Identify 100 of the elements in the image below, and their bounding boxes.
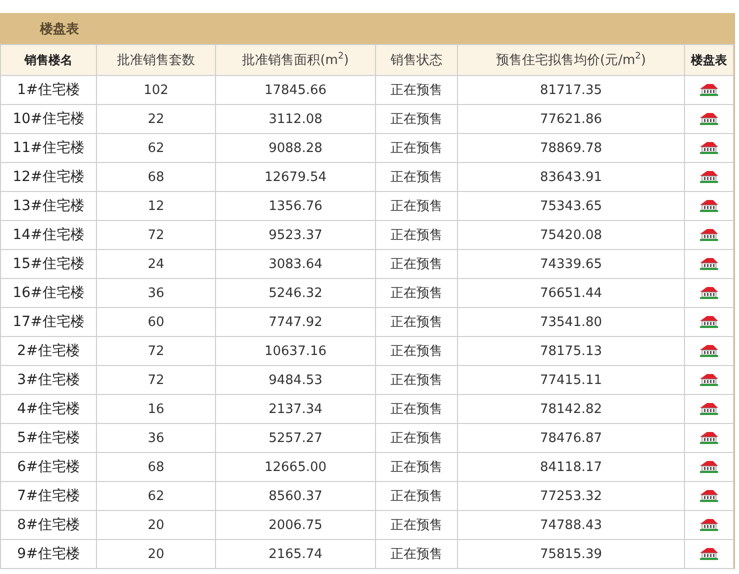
status-cell: 正在预售 [376, 394, 458, 424]
table-cell: 2137.34 [216, 394, 376, 424]
table-cell: 2006.75 [216, 510, 376, 540]
building-name: 2#住宅楼 [0, 336, 96, 366]
status-cell: 正在预售 [376, 134, 458, 162]
building-name: 15#住宅楼 [0, 250, 96, 278]
table-cell: 68 [96, 162, 216, 192]
table-cell: 75343.65 [458, 192, 684, 220]
table-cell: 20 [96, 510, 216, 540]
table-cell: 76651.44 [458, 278, 684, 308]
house-icon[interactable] [699, 141, 719, 154]
house-icon[interactable] [699, 83, 719, 96]
house-icon[interactable] [699, 170, 719, 184]
table-cell: 16 [96, 394, 216, 424]
status-cell: 正在预售 [376, 424, 458, 452]
building-name: 4#住宅楼 [0, 394, 96, 424]
table-cell: 78142.82 [458, 394, 684, 424]
table-cell: 77621.86 [458, 104, 684, 134]
house-icon[interactable] [699, 460, 719, 474]
house-icon[interactable] [699, 518, 719, 532]
table-cell: 5246.32 [216, 278, 376, 308]
table-cell: 12665.00 [216, 452, 376, 482]
table-cell: 36 [96, 424, 216, 452]
table-cell: 3083.64 [216, 250, 376, 278]
building-name: 3#住宅楼 [0, 366, 96, 394]
status-cell: 正在预售 [376, 308, 458, 336]
house-icon[interactable] [699, 373, 719, 386]
house-icon[interactable] [699, 547, 719, 560]
table-cell: 72 [96, 220, 216, 250]
building-name: 16#住宅楼 [0, 278, 96, 308]
building-name: 7#住宅楼 [0, 482, 96, 510]
status-cell: 正在预售 [376, 278, 458, 308]
status-cell: 正在预售 [376, 336, 458, 366]
table-cell: 9523.37 [216, 220, 376, 250]
building-name: 10#住宅楼 [0, 104, 96, 134]
house-icon[interactable] [699, 228, 719, 242]
status-cell: 正在预售 [376, 366, 458, 394]
building-name: 9#住宅楼 [0, 540, 96, 568]
building-name: 5#住宅楼 [0, 424, 96, 452]
column-header: 批准销售面积(m$^{2}$) [216, 44, 376, 76]
house-icon[interactable] [699, 112, 719, 126]
table-cell: 72 [96, 336, 216, 366]
status-cell: 正在预售 [376, 220, 458, 250]
house-icon[interactable] [699, 402, 719, 416]
panel-title: 楼盘表 [40, 20, 79, 38]
table-cell: 75420.08 [458, 220, 684, 250]
table-cell: 73541.80 [458, 308, 684, 336]
building-name: 11#住宅楼 [0, 134, 96, 162]
table-cell: 60 [96, 308, 216, 336]
table-cell: 5257.27 [216, 424, 376, 452]
table-cell: 74788.43 [458, 510, 684, 540]
house-icon[interactable] [699, 315, 719, 328]
status-cell: 正在预售 [376, 482, 458, 510]
building-name: 8#住宅楼 [0, 510, 96, 540]
table-cell: 102 [96, 76, 216, 104]
table-cell: 36 [96, 278, 216, 308]
status-cell: 正在预售 [376, 192, 458, 220]
building-name: 1#住宅楼 [0, 76, 96, 104]
table-cell: 1356.76 [216, 192, 376, 220]
column-header: 楼盘表 [684, 44, 734, 76]
table-cell: 81717.35 [458, 76, 684, 104]
status-cell: 正在预售 [376, 162, 458, 192]
house-icon[interactable] [699, 344, 719, 358]
table-cell: 7747.92 [216, 308, 376, 336]
column-header: 批准销售套数 [96, 44, 216, 76]
table-cell: 68 [96, 452, 216, 482]
table-cell: 75815.39 [458, 540, 684, 568]
table-cell: 9088.28 [216, 134, 376, 162]
table-cell: 72 [96, 366, 216, 394]
table-cell: 78476.87 [458, 424, 684, 452]
building-name: 14#住宅楼 [0, 220, 96, 250]
table-cell: 8560.37 [216, 482, 376, 510]
house-icon[interactable] [699, 257, 719, 270]
table-cell: 62 [96, 482, 216, 510]
table-cell: 10637.16 [216, 336, 376, 366]
building-name: 6#住宅楼 [0, 452, 96, 482]
table-cell: 78175.13 [458, 336, 684, 366]
house-icon[interactable] [699, 286, 719, 300]
status-cell: 正在预售 [376, 540, 458, 568]
status-cell: 正在预售 [376, 104, 458, 134]
building-name: 13#住宅楼 [0, 192, 96, 220]
column-header: 销售状态 [376, 44, 458, 76]
table-cell: 17845.66 [216, 76, 376, 104]
status-cell: 正在预售 [376, 76, 458, 104]
table-cell: 83643.91 [458, 162, 684, 192]
table-cell: 22 [96, 104, 216, 134]
house-icon[interactable] [699, 489, 719, 502]
building-name: 17#住宅楼 [0, 308, 96, 336]
table-cell: 77253.32 [458, 482, 684, 510]
building-name: 12#住宅楼 [0, 162, 96, 192]
status-cell: 正在预售 [376, 510, 458, 540]
table-cell: 20 [96, 540, 216, 568]
table-cell: 9484.53 [216, 366, 376, 394]
house-icon[interactable] [699, 431, 719, 444]
table-cell: 2165.74 [216, 540, 376, 568]
table-cell: 77415.11 [458, 366, 684, 394]
column-header: 预售住宅拟售均价(元/m$^{2}$) [458, 44, 684, 76]
table-cell: 12679.54 [216, 162, 376, 192]
house-icon[interactable] [699, 199, 719, 212]
status-cell: 正在预售 [376, 452, 458, 482]
